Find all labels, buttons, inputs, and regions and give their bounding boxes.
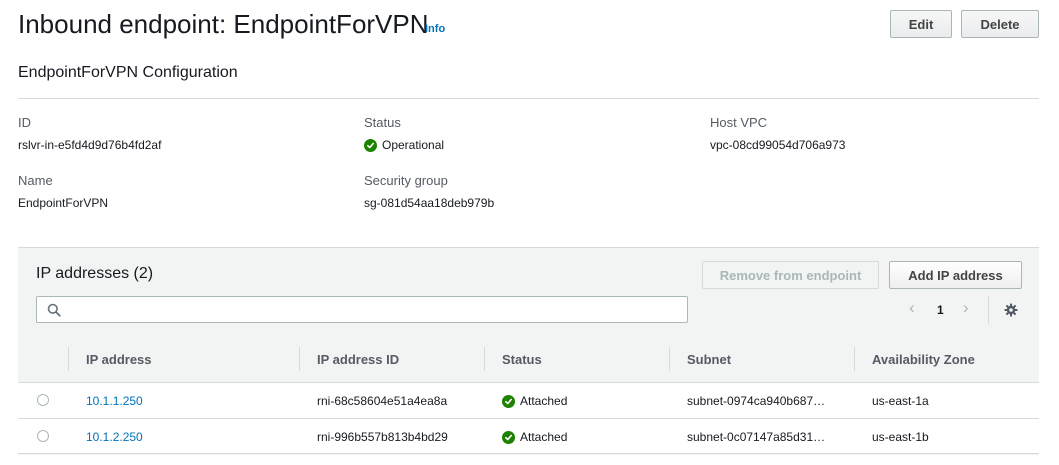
table-row[interactable]: 10.1.1.250 rni-68c58604e51a4ea8a Attache… — [18, 382, 1039, 418]
column-divider — [484, 347, 485, 371]
remove-from-endpoint-button[interactable]: Remove from endpoint — [702, 261, 879, 289]
edit-button[interactable]: Edit — [890, 10, 952, 38]
row-status: Attached — [502, 430, 567, 444]
status-label: Status — [364, 115, 401, 130]
name-label: Name — [18, 173, 53, 188]
divider — [18, 98, 1039, 99]
host-vpc-label: Host VPC — [710, 115, 768, 130]
column-header-ip-address-id[interactable]: IP address ID — [317, 352, 399, 367]
info-link[interactable]: Info — [425, 23, 445, 35]
security-group-value: sg-081d54aa18deb979b — [364, 196, 495, 210]
table-row[interactable]: 10.1.2.250 rni-996b557b813b4bd29 Attache… — [18, 418, 1039, 454]
ip-address-id: rni-68c58604e51a4ea8a — [317, 394, 448, 408]
row-status-text: Attached — [520, 394, 568, 408]
status-value: Operational — [364, 138, 444, 152]
id-value: rslvr-in-e5fd4d9d76b4fd2af — [18, 138, 162, 152]
status-text: Operational — [382, 138, 445, 152]
ip-addresses-title: IP addresses (2) — [36, 265, 154, 282]
id-label: ID — [18, 115, 31, 130]
success-check-icon — [502, 430, 515, 444]
availability-zone-value: us-east-1a — [872, 394, 929, 408]
success-check-icon — [502, 394, 515, 408]
host-vpc-value: vpc-08cd99054d706a973 — [710, 138, 846, 152]
availability-zone-value: us-east-1b — [872, 430, 929, 444]
add-ip-address-button[interactable]: Add IP address — [889, 261, 1022, 289]
ip-address-id: rni-996b557b813b4bd29 — [317, 430, 448, 444]
page-title: Inbound endpoint: EndpointForVPN — [18, 9, 429, 39]
name-value: EndpointForVPN — [18, 196, 109, 210]
column-divider — [299, 347, 300, 371]
page-number[interactable]: 1 — [937, 303, 944, 317]
column-divider — [854, 347, 855, 371]
ip-address-link[interactable]: 10.1.1.250 — [86, 394, 143, 408]
column-divider — [669, 347, 670, 371]
row-status: Attached — [502, 394, 567, 408]
subnet-value: subnet-0974ca940b687… — [687, 394, 826, 408]
row-select-radio[interactable] — [37, 430, 49, 442]
pager-divider — [988, 296, 989, 324]
ip-address-link[interactable]: 10.1.2.250 — [86, 430, 143, 444]
column-divider — [68, 347, 69, 371]
search-input[interactable] — [69, 300, 679, 319]
success-check-icon — [364, 138, 377, 152]
chevron-left-icon[interactable]: ‹ — [909, 298, 915, 318]
row-status-text: Attached — [520, 430, 568, 444]
search-box — [36, 296, 688, 323]
chevron-right-icon[interactable]: › — [963, 298, 969, 318]
search-icon — [47, 303, 61, 317]
delete-button[interactable]: Delete — [961, 10, 1039, 38]
configuration-title: EndpointForVPN Configuration — [18, 64, 238, 81]
column-header-ip-address[interactable]: IP address — [86, 352, 152, 367]
column-header-subnet[interactable]: Subnet — [687, 352, 731, 367]
row-select-radio[interactable] — [37, 394, 49, 406]
column-header-status[interactable]: Status — [502, 352, 542, 367]
column-header-availability-zone[interactable]: Availability Zone — [872, 352, 975, 367]
security-group-label: Security group — [364, 173, 448, 188]
subnet-value: subnet-0c07147a85d31… — [687, 430, 826, 444]
gear-icon[interactable] — [1004, 303, 1018, 317]
